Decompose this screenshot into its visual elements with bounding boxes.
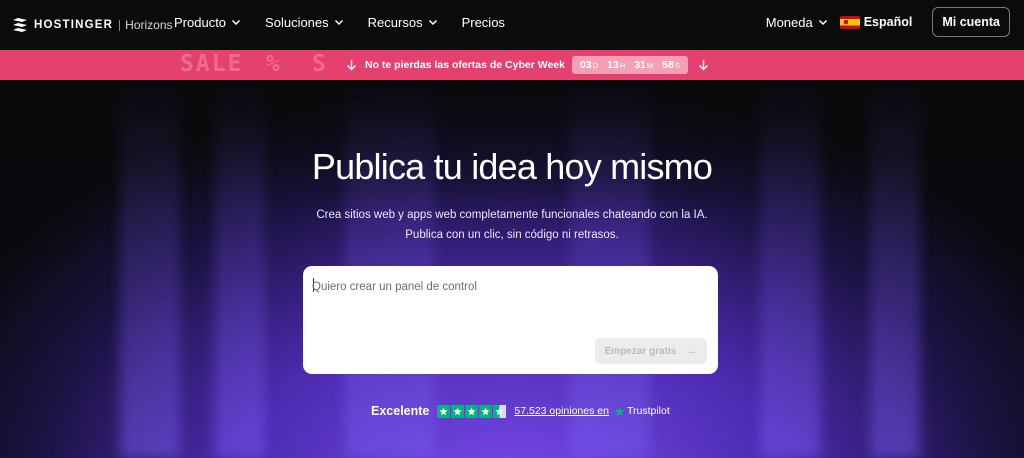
nav-right-group: Moneda Español Mi cuenta — [766, 7, 1010, 37]
chevron-down-icon — [334, 19, 343, 26]
hero-subtitle: Crea sitios web y apps web completamente… — [0, 205, 1024, 245]
star-icon — [479, 404, 493, 418]
countdown-value: 31 — [634, 59, 646, 71]
start-free-button[interactable]: Empezar gratis → — [595, 338, 707, 364]
promo-banner[interactable]: SALE % S No te pierdas las ofertas de Cy… — [0, 50, 1024, 80]
arrow-down-icon — [698, 60, 708, 71]
star-icon — [465, 404, 479, 418]
nav-item-producto[interactable]: Producto — [174, 15, 241, 30]
language-selector[interactable]: Español — [839, 15, 913, 29]
promo-ghost-text: S — [312, 51, 328, 77]
countdown-unit: M — [646, 61, 654, 70]
hero-title: Publica tu idea hoy mismo — [311, 146, 713, 187]
promo-text: No te pierdas las ofertas de Cyber Week — [365, 59, 565, 71]
background-light-beam — [120, 80, 180, 458]
brand-logo[interactable]: HOSTINGER Horizons — [12, 14, 173, 36]
nav-item-label: Producto — [174, 14, 227, 30]
promo-ghost-text: SALE — [180, 51, 244, 77]
hero-subtitle-line: Publica con un clic, sin código ni retra… — [405, 229, 619, 241]
rating-label: Excelente — [371, 404, 430, 418]
nav-item-label: Soluciones — [265, 14, 329, 30]
currency-label: Moneda — [765, 14, 813, 30]
arrow-right-icon: → — [686, 345, 698, 357]
reviews-link[interactable]: 57.523 opiniones en — [514, 405, 609, 417]
spain-flag-icon — [839, 15, 860, 29]
countdown-unit: H — [619, 61, 626, 70]
chevron-down-icon — [232, 19, 241, 26]
countdown-value: 03 — [579, 59, 592, 71]
currency-selector[interactable]: Moneda — [766, 15, 828, 30]
countdown-value: 58 — [662, 59, 674, 71]
star-icon — [437, 404, 451, 418]
start-free-label: Empezar gratis — [604, 345, 677, 357]
nav-item-soluciones[interactable]: Soluciones — [265, 15, 344, 30]
ai-prompt-input[interactable] — [312, 277, 707, 297]
main-menu: Producto Soluciones Recursos Precios — [174, 0, 529, 44]
hero-subtitle-line: Crea sitios web y apps web completamente… — [316, 209, 708, 221]
countdown-value: 13 — [607, 59, 619, 71]
hero-section: Publica tu idea hoy mismo Crea sitios we… — [0, 80, 1024, 458]
ai-prompt-box: Empezar gratis → — [303, 266, 718, 374]
promo-ghost-text: % — [266, 51, 282, 77]
trustpilot-star-icon — [614, 406, 625, 416]
hostinger-logo-icon — [13, 18, 27, 32]
countdown-unit: S — [674, 61, 680, 70]
nav-item-label: Recursos — [367, 14, 423, 30]
half-star-icon — [493, 404, 507, 418]
star-rating — [437, 404, 507, 418]
nav-item-precios[interactable]: Precios — [462, 15, 505, 30]
trustpilot-rating: Excelente 57.523 opiniones en Trustpilot — [371, 402, 670, 420]
language-label: Español — [863, 15, 913, 29]
top-navbar: HOSTINGER Horizons Producto Soluciones R… — [0, 0, 1024, 50]
background-light-beam — [870, 80, 920, 458]
countdown-days: 03 D — [580, 59, 598, 71]
arrow-down-icon — [347, 60, 356, 71]
chevron-down-icon — [428, 19, 437, 26]
star-icon — [451, 404, 465, 418]
brand-name: HOSTINGER — [34, 19, 114, 31]
my-account-button[interactable]: Mi cuenta — [932, 7, 1010, 37]
background-light-beam — [215, 80, 265, 458]
trustpilot-brand: Trustpilot — [614, 405, 670, 417]
background-light-beam — [760, 80, 820, 458]
trustpilot-name: Trustpilot — [626, 405, 670, 417]
chevron-down-icon — [818, 19, 827, 26]
countdown-timer: 03 D 13 H 31 M 58 S — [571, 56, 688, 74]
countdown-seconds: 58 S — [662, 59, 680, 71]
promo-content: No te pierdas las ofertas de Cyber Week … — [346, 50, 709, 80]
countdown-hours: 13 H — [607, 59, 625, 71]
brand-divider — [119, 19, 121, 31]
countdown-minutes: 31 M — [634, 59, 653, 71]
nav-item-label: Precios — [461, 14, 505, 30]
product-name: Horizons — [125, 18, 173, 32]
countdown-unit: D — [592, 61, 599, 70]
nav-item-recursos[interactable]: Recursos — [368, 15, 438, 30]
